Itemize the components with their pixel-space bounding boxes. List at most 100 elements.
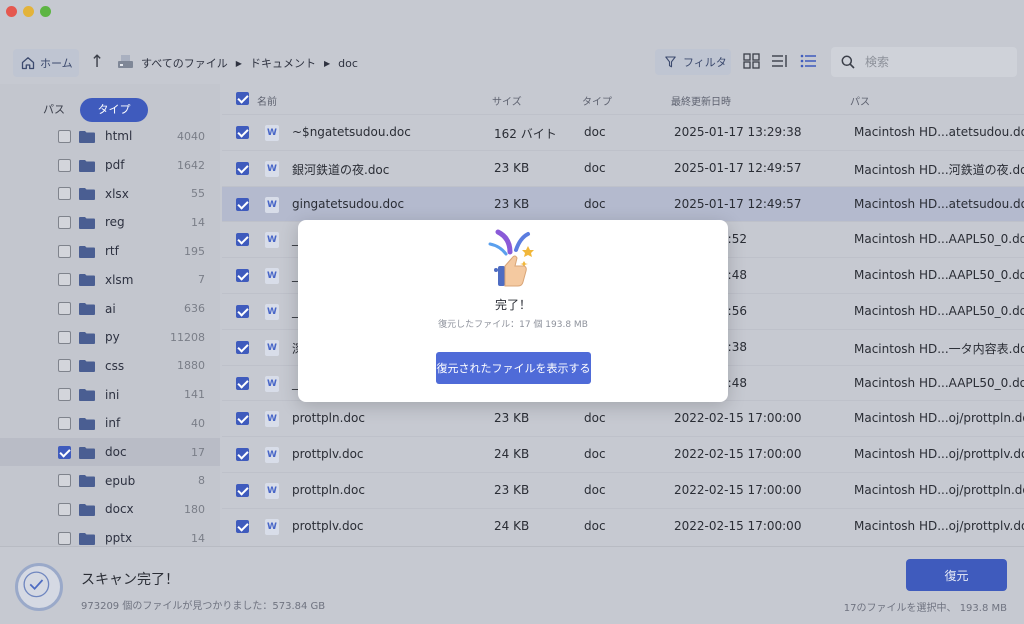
file-type-item[interactable]: xlsx 55 bbox=[0, 179, 220, 208]
file-type-item[interactable]: xlsm 7 bbox=[0, 266, 220, 295]
file-type-checkbox[interactable] bbox=[58, 388, 71, 402]
table-row[interactable]: Wprottpln.doc 23 KB doc 2022-02-15 17:00:00… bbox=[222, 472, 1024, 508]
row-checkbox[interactable] bbox=[236, 269, 249, 283]
file-type-item[interactable]: inf 40 bbox=[0, 409, 220, 438]
folder-icon bbox=[79, 389, 95, 402]
row-checkbox[interactable] bbox=[236, 376, 249, 390]
row-checkbox[interactable] bbox=[236, 340, 249, 354]
row-checkbox[interactable] bbox=[236, 305, 249, 318]
row-checkbox[interactable] bbox=[236, 519, 249, 533]
detail-list-view-icon[interactable] bbox=[771, 53, 788, 69]
file-type-checkbox[interactable] bbox=[58, 273, 71, 287]
file-size: 24 KB bbox=[494, 447, 530, 462]
status-bar: スキャン完了！ 973209 個のファイルが見つかりました：573.84 GB … bbox=[0, 546, 1024, 624]
table-row[interactable]: Wgingatetsudou.doc 23 KB doc 2025-01-17 12:… bbox=[222, 185, 1024, 222]
file-type-checkbox[interactable] bbox=[58, 215, 71, 229]
table-row[interactable]: Wprottplv.doc 24 KB doc 2022-02-15 17:00:00… bbox=[222, 436, 1024, 472]
file-type-checkbox[interactable] bbox=[58, 244, 71, 258]
table-row[interactable]: Wprottpln.doc 23 KB doc 2022-02-15 17:00:00… bbox=[222, 400, 1024, 436]
file-name: prottpln.doc bbox=[292, 411, 365, 426]
file-type-checkbox[interactable] bbox=[58, 330, 71, 344]
home-button[interactable]: ホーム bbox=[13, 49, 79, 77]
file-modified: 2022-02-15 17:00:00 bbox=[674, 411, 802, 426]
table-row[interactable]: W 銀河鉄道の夜.doc 23 KB doc 2025-01-17 12:49:57 Ma… bbox=[222, 149, 1024, 186]
column-header-path[interactable]: パス bbox=[850, 93, 870, 108]
breadcrumb-item-documents[interactable]: ドキュメント bbox=[250, 55, 316, 71]
select-all-checkbox[interactable] bbox=[236, 92, 249, 105]
file-type-checkbox[interactable] bbox=[58, 474, 71, 488]
file-type-item[interactable]: ai 636 bbox=[0, 294, 220, 323]
word-doc-icon: W bbox=[265, 518, 279, 535]
minimize-window-button[interactable] bbox=[23, 6, 34, 17]
column-header-modified[interactable]: 最終更新日時 bbox=[671, 93, 731, 108]
filter-label: フィルタ bbox=[683, 56, 727, 69]
file-name: prottplv.doc bbox=[292, 447, 364, 462]
column-header-size[interactable]: サイズ bbox=[492, 93, 522, 108]
table-row[interactable]: Wprottplv.doc 24 KB doc 2022-02-15 17:00:00… bbox=[222, 507, 1024, 544]
list-view-icon[interactable] bbox=[800, 53, 817, 69]
file-type-checkbox[interactable] bbox=[58, 302, 71, 316]
file-path: Macintosh HD...oj/prottpln.doc bbox=[854, 483, 1024, 497]
file-type-checkbox[interactable] bbox=[58, 158, 71, 172]
grid-view-icon[interactable] bbox=[743, 53, 760, 69]
tab-type[interactable]: タイプ bbox=[80, 98, 148, 122]
file-type-item[interactable]: epub 8 bbox=[0, 466, 220, 495]
file-type-count: 55 bbox=[191, 187, 205, 201]
breadcrumb-item-doc[interactable]: doc bbox=[338, 57, 358, 70]
file-type-checkbox[interactable] bbox=[58, 416, 71, 430]
file-type-checkbox[interactable] bbox=[58, 129, 71, 143]
breadcrumb-item-all-files[interactable]: すべてのファイル bbox=[141, 55, 228, 71]
file-type-name: css bbox=[105, 358, 125, 373]
file-type: doc bbox=[584, 125, 606, 139]
word-doc-icon: W bbox=[265, 232, 279, 249]
row-checkbox[interactable] bbox=[236, 233, 249, 247]
file-type-checkbox[interactable] bbox=[58, 359, 71, 373]
table-row[interactable]: W ~$ngatetsudou.doc 162 バイト doc 2025-01-17 1… bbox=[222, 114, 1024, 150]
search-input[interactable] bbox=[865, 55, 1005, 69]
file-type-item[interactable]: ini 141 bbox=[0, 380, 220, 409]
file-type-count: 195 bbox=[184, 244, 205, 258]
row-checkbox[interactable] bbox=[236, 161, 249, 175]
file-type-item[interactable]: html 4040 bbox=[0, 122, 220, 151]
file-type-name: xlsx bbox=[105, 186, 129, 201]
column-header-name[interactable]: 名前 bbox=[257, 93, 277, 108]
file-type-item[interactable]: css 1880 bbox=[0, 352, 220, 381]
toolbar: ホーム ↑ すべてのファイル ▶ ドキュメント ▶ doc フィルタ bbox=[0, 40, 1024, 84]
file-type-item[interactable]: pdf 1642 bbox=[0, 151, 220, 180]
file-type-item[interactable]: py 11208 bbox=[0, 323, 220, 352]
restore-button[interactable]: 復元 bbox=[906, 559, 1007, 591]
file-type-item[interactable]: pptx 14 bbox=[0, 524, 220, 546]
file-type-checkbox[interactable] bbox=[58, 187, 71, 201]
scan-status-title: スキャン完了！ bbox=[81, 572, 179, 588]
app-window: ホーム ↑ すべてのファイル ▶ ドキュメント ▶ doc フィルタ 検索 パス… bbox=[0, 0, 1024, 624]
close-window-button[interactable] bbox=[6, 6, 17, 17]
folder-icon bbox=[79, 245, 95, 258]
zoom-window-button[interactable] bbox=[40, 6, 51, 17]
file-type-name: rtf bbox=[105, 244, 119, 259]
file-type-item[interactable]: doc 17 bbox=[0, 437, 220, 467]
file-type-checkbox[interactable] bbox=[58, 445, 71, 459]
row-checkbox[interactable] bbox=[236, 412, 249, 426]
column-header-type[interactable]: タイプ bbox=[582, 93, 612, 108]
row-checkbox[interactable] bbox=[236, 126, 249, 139]
tab-path[interactable]: パス bbox=[28, 98, 80, 122]
row-checkbox[interactable] bbox=[236, 197, 249, 211]
filter-button[interactable]: フィルタ bbox=[655, 49, 731, 75]
show-recovered-files-button[interactable]: 復元されたファイルを表示する bbox=[436, 352, 591, 384]
row-checkbox[interactable] bbox=[236, 448, 249, 462]
file-type-checkbox[interactable] bbox=[58, 531, 71, 545]
file-type-checkbox[interactable] bbox=[58, 502, 71, 516]
selection-info: 17のファイルを選択中、 193.8 MB bbox=[843, 603, 1007, 614]
drive-icon bbox=[118, 55, 133, 68]
folder-icon bbox=[79, 216, 95, 229]
file-type-count: 636 bbox=[184, 302, 205, 316]
file-modified: 2025-01-17 12:49:57 bbox=[674, 160, 802, 175]
file-path: Macintosh HD...oj/prottplv.doc bbox=[854, 447, 1024, 462]
up-arrow-icon[interactable]: ↑ bbox=[89, 51, 105, 73]
row-checkbox[interactable] bbox=[236, 484, 249, 497]
file-type-item[interactable]: docx 180 bbox=[0, 495, 220, 524]
folder-icon bbox=[79, 446, 95, 459]
file-type-item[interactable]: reg 14 bbox=[0, 208, 220, 237]
file-type-item[interactable]: rtf 195 bbox=[0, 237, 220, 266]
window-controls bbox=[6, 6, 51, 17]
